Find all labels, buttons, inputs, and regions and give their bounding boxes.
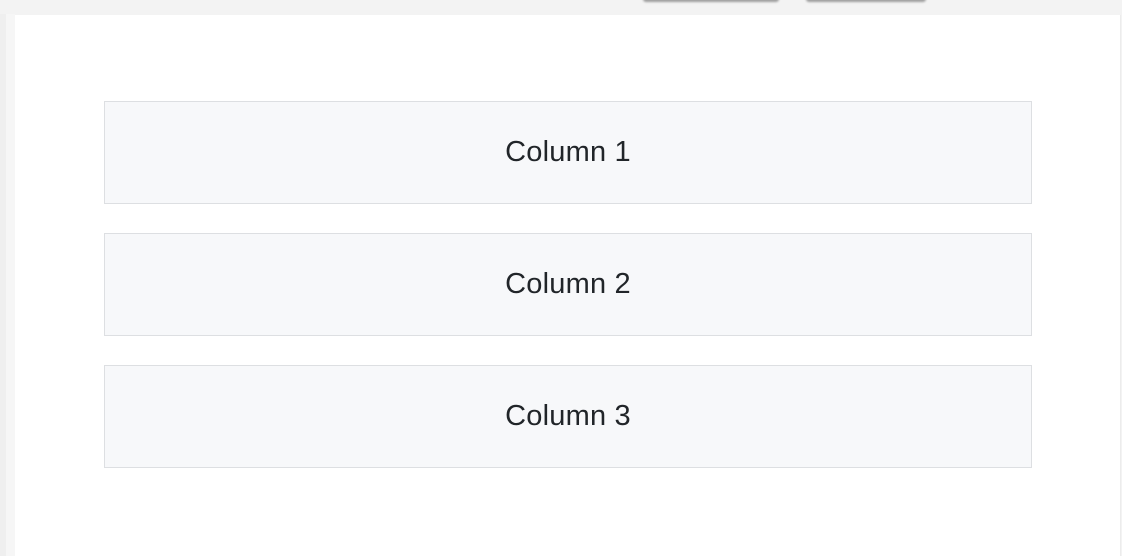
column-label-1: Column 1 [505,136,631,168]
top-toolbar-strip [0,0,1122,14]
column-label-3: Column 3 [505,400,631,432]
content-pane: Column 1 Column 2 Column 3 [15,15,1121,556]
column-stack: Column 1 Column 2 Column 3 [104,101,1032,468]
column-label-2: Column 2 [505,268,631,300]
column-box-3: Column 3 [104,365,1032,468]
column-box-2: Column 2 [104,233,1032,336]
column-box-1: Column 1 [104,101,1032,204]
left-edge-gutter [6,14,15,556]
